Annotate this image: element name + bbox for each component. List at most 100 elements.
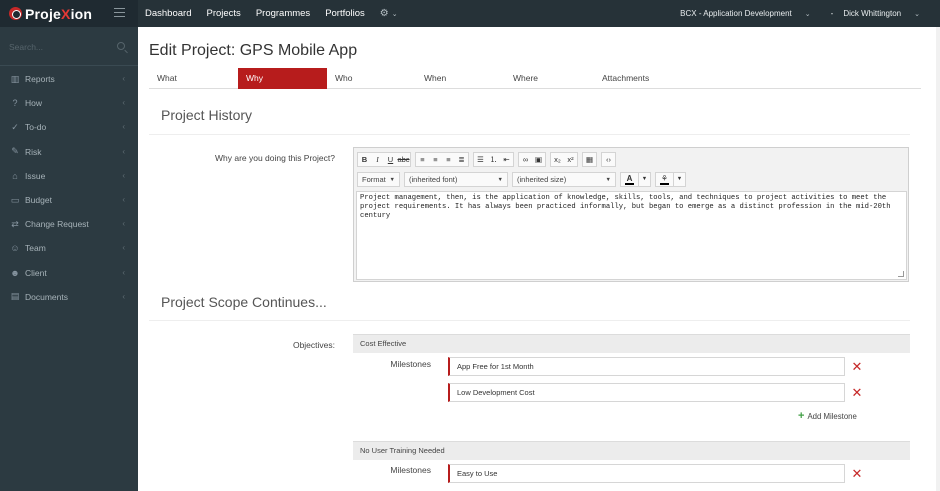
wrench-icon: ✎: [11, 146, 19, 157]
highlight-color-icon: ⚘: [660, 174, 669, 185]
tab-when[interactable]: When: [416, 68, 505, 89]
chevron-left-icon: ‹: [122, 146, 125, 156]
sidebar-item-label: How: [25, 98, 43, 109]
add-milestone-button[interactable]: + Add Milestone: [798, 411, 857, 422]
tab-why[interactable]: Why: [238, 68, 327, 89]
help-circle-icon: ?: [12, 98, 18, 109]
sidebar-item-label: To-do: [25, 122, 47, 133]
bar-chart-icon: ▥: [10, 73, 20, 84]
nav-projects[interactable]: Projects: [206, 8, 240, 19]
tab-what[interactable]: What: [149, 68, 238, 89]
shuffle-icon: ⇄: [11, 218, 19, 229]
chevron-left-icon: ‹: [122, 219, 125, 229]
search-icon[interactable]: [117, 42, 125, 50]
main-content: Edit Project: GPS Mobile App What Why Wh…: [138, 27, 936, 491]
dropdown-arrow-icon: ▼: [673, 173, 685, 186]
align-justify-icon[interactable]: ≣: [455, 153, 468, 166]
rich-text-editor: B I U abc ≡ ≡ ≡ ≣ ☰ ⒈ ⇤ ∞ ▣ x₂ x² ▦ ‹› F…: [353, 147, 909, 282]
menu-toggle-icon[interactable]: [114, 8, 125, 17]
tab-where[interactable]: Where: [505, 68, 594, 89]
resize-handle-icon[interactable]: [898, 271, 904, 277]
outdent-icon[interactable]: ⇤: [500, 153, 513, 166]
sidebar-item-label: Client: [25, 267, 47, 278]
dropdown-arrow-icon: ▼: [638, 173, 650, 186]
toolbar-group-align: ≡ ≡ ≡ ≣: [415, 152, 469, 167]
sidebar: ▥ Reports ‹ ? How ‹ ✓ To-do ‹ ✎ Risk ‹ ⌂ Issue ‹ ▭…: [0, 27, 138, 491]
tab-who[interactable]: Who: [327, 68, 416, 89]
user-menu[interactable]: Dick Whittington ⌄: [843, 9, 930, 18]
superscript-icon[interactable]: x²: [564, 153, 577, 166]
sidebar-item-team[interactable]: ☺ Team ‹: [0, 236, 138, 260]
milestone-input[interactable]: Easy to Use: [448, 464, 845, 483]
table-icon[interactable]: ▦: [583, 153, 596, 166]
image-icon[interactable]: ▣: [532, 153, 545, 166]
folder-icon: ▤: [10, 291, 20, 302]
numbered-list-icon[interactable]: ⒈: [487, 153, 500, 166]
sidebar-item-change-request[interactable]: ⇄ Change Request ‹: [0, 212, 138, 236]
text-color-icon: A: [625, 174, 634, 185]
toolbar-group-source: ‹›: [601, 152, 616, 167]
strikethrough-icon[interactable]: abc: [397, 153, 410, 166]
sidebar-item-risk[interactable]: ✎ Risk ‹: [0, 140, 138, 164]
org-selector[interactable]: BCX - Application Development ⌄: [680, 9, 821, 18]
toolbar-group-script: x₂ x²: [550, 152, 578, 167]
sidebar-item-label: Team: [25, 243, 46, 254]
background-color-button[interactable]: ⚘ ▼: [655, 172, 686, 187]
remove-milestone-icon[interactable]: ✕: [851, 360, 863, 373]
settings-gear-icon[interactable]: ⚙ ⌄: [380, 8, 398, 19]
remove-milestone-icon[interactable]: ✕: [851, 386, 863, 399]
subscript-icon[interactable]: x₂: [551, 153, 564, 166]
align-right-icon[interactable]: ≡: [442, 153, 455, 166]
font-select[interactable]: (inherited font) ▼: [404, 172, 508, 187]
dropdown-arrow-icon: ▼: [497, 177, 503, 183]
align-left-icon[interactable]: ≡: [416, 153, 429, 166]
sidebar-item-label: Issue: [25, 170, 46, 181]
remove-milestone-icon[interactable]: ✕: [851, 467, 863, 480]
source-code-icon[interactable]: ‹›: [602, 153, 615, 166]
divider: [149, 134, 910, 135]
user-icon: ☺: [10, 243, 20, 254]
chevron-down-icon: ⌄: [914, 11, 920, 18]
nav-portfolios[interactable]: Portfolios: [325, 8, 365, 19]
sidebar-search: [9, 40, 127, 54]
milestone-input[interactable]: Low Development Cost: [448, 383, 845, 402]
objective-header[interactable]: No User Training Needed: [353, 441, 910, 460]
sidebar-item-label: Reports: [25, 74, 55, 85]
bold-icon[interactable]: B: [358, 153, 371, 166]
format-select[interactable]: Format ▼: [357, 172, 400, 187]
divider: [149, 320, 910, 321]
nav-programmes[interactable]: Programmes: [256, 8, 310, 19]
nav-dashboard[interactable]: Dashboard: [145, 8, 191, 19]
search-input[interactable]: [9, 40, 109, 54]
size-select[interactable]: (inherited size) ▼: [512, 172, 616, 187]
brand-name: ProjeXion: [25, 5, 93, 22]
underline-icon[interactable]: U: [384, 153, 397, 166]
link-icon[interactable]: ∞: [519, 153, 532, 166]
editor-toolbar-selects: Format ▼ (inherited font) ▼ (inherited siz…: [357, 172, 690, 187]
tag-icon: ⌂: [12, 170, 18, 181]
client-icon: ☻: [10, 267, 20, 278]
toolbar-group-text: B I U abc: [357, 152, 411, 167]
wallet-icon: ▭: [10, 194, 20, 205]
sidebar-item-documents[interactable]: ▤ Documents ‹: [0, 285, 138, 309]
milestone-input[interactable]: App Free for 1st Month: [448, 357, 845, 376]
sidebar-item-how[interactable]: ? How ‹: [0, 91, 138, 115]
sidebar-item-todo[interactable]: ✓ To-do ‹: [0, 115, 138, 139]
tab-bar: What Why Who When Where Attachments: [149, 68, 921, 89]
page-scrollbar[interactable]: [936, 27, 940, 491]
sidebar-item-issue[interactable]: ⌂ Issue ‹: [0, 164, 138, 188]
sidebar-item-budget[interactable]: ▭ Budget ‹: [0, 188, 138, 212]
align-center-icon[interactable]: ≡: [429, 153, 442, 166]
editor-text-area[interactable]: Project management, then, is the applica…: [356, 191, 907, 280]
sidebar-item-client[interactable]: ☻ Client ‹: [0, 261, 138, 285]
objective-header[interactable]: Cost Effective: [353, 334, 910, 353]
sidebar-item-reports[interactable]: ▥ Reports ‹: [0, 67, 138, 91]
top-nav: Dashboard Projects Programmes Portfolios…: [145, 0, 398, 27]
toolbar-group-lists: ☰ ⒈ ⇤: [473, 152, 514, 167]
chevron-left-icon: ‹: [122, 122, 125, 132]
tab-attachments[interactable]: Attachments: [594, 68, 683, 89]
text-color-button[interactable]: A ▼: [620, 172, 651, 187]
bulleted-list-icon[interactable]: ☰: [474, 153, 487, 166]
sidebar-item-label: Change Request: [25, 219, 89, 230]
italic-icon[interactable]: I: [371, 153, 384, 166]
